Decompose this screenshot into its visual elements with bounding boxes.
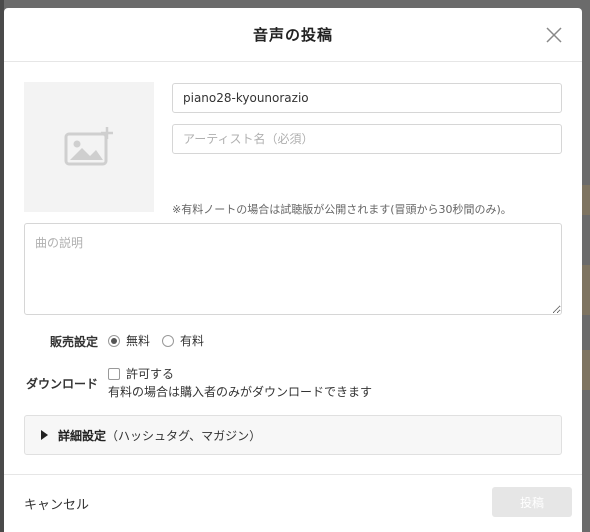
- submit-button[interactable]: 投稿: [492, 487, 572, 517]
- post-audio-modal: 音声の投稿 ※有料ノートの場合は試聴版が公開されます(冒頭から30秒間のみ)。 …: [4, 8, 582, 532]
- radio-free-label: 無料: [126, 334, 151, 348]
- download-label: ダウンロード: [26, 377, 99, 391]
- download-checkbox-row: 許可する: [108, 365, 174, 382]
- modal-footer: キャンセル 投稿: [4, 474, 582, 532]
- triangle-right-icon: [41, 430, 48, 440]
- sales-radio-group: 無料 有料: [108, 332, 210, 349]
- description-textarea[interactable]: [24, 223, 562, 315]
- thumbnail-upload[interactable]: [24, 82, 154, 212]
- background-thumbnail: [582, 350, 590, 390]
- cancel-button[interactable]: キャンセル: [24, 494, 89, 513]
- download-note: 有料の場合は購入者のみがダウンロードできます: [108, 385, 373, 399]
- modal-title: 音声の投稿: [252, 26, 333, 44]
- background-thumbnail: [582, 185, 590, 215]
- sales-setting-label: 販売設定: [50, 335, 99, 349]
- image-add-icon: [64, 126, 114, 169]
- background-thumbnail: [582, 265, 590, 315]
- artist-input[interactable]: [172, 124, 562, 154]
- radio-paid-label: 有料: [180, 334, 205, 348]
- trial-note: ※有料ノートの場合は試聴版が公開されます(冒頭から30秒間のみ)。: [172, 203, 512, 216]
- radio-free[interactable]: [108, 334, 120, 347]
- details-settings-toggle[interactable]: 詳細設定 （ハッシュタグ、マガジン）: [24, 415, 562, 455]
- download-checkbox[interactable]: [108, 367, 120, 380]
- details-sublabel: （ハッシュタグ、マガジン）: [106, 428, 262, 443]
- details-label: 詳細設定: [58, 428, 107, 443]
- download-checkbox-label: 許可する: [126, 367, 175, 381]
- modal-header: 音声の投稿: [4, 8, 582, 62]
- title-input[interactable]: [172, 83, 562, 113]
- radio-paid[interactable]: [162, 334, 175, 347]
- close-icon[interactable]: [544, 25, 564, 45]
